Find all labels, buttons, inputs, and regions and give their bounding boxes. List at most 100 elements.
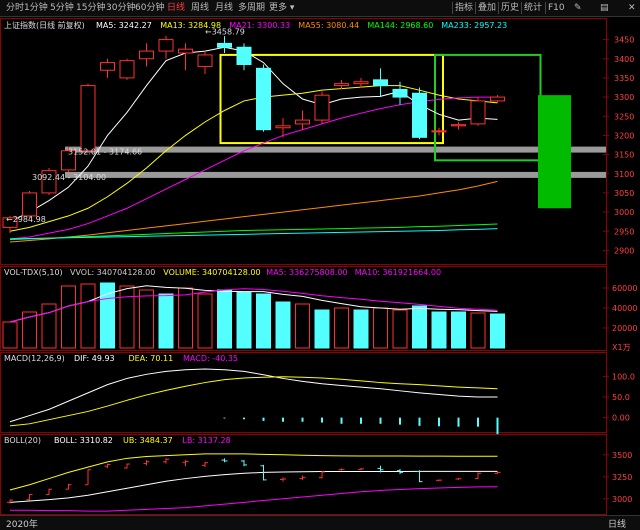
- volume-bar: [490, 313, 505, 349]
- volume-bar: [80, 283, 96, 349]
- volume-bar: [275, 301, 291, 349]
- main-y-tick: 3200: [614, 131, 634, 140]
- candle-body: [470, 100, 486, 125]
- main-y-tick: 3400: [614, 55, 634, 64]
- volume-legend-item: VVOL: 340704128.00: [70, 268, 155, 277]
- volume-bar: [412, 305, 427, 349]
- main-legend-item: MA5: 3242.27: [96, 21, 152, 30]
- boll-y-tick: 3500: [612, 451, 632, 460]
- volume-bar: [119, 285, 135, 349]
- candle-body: [451, 124, 466, 127]
- main-legend-item: MA13: 3284.98: [160, 21, 221, 30]
- volume-bar: [139, 289, 154, 349]
- main-chart-title: 上证指数(日线 前复权): [4, 20, 85, 30]
- volume-bar: [451, 311, 466, 349]
- macd-legend-item: MACD: -40.35: [183, 354, 238, 363]
- volume-legend-item: MA5: 336275808.00: [266, 268, 347, 277]
- volume-y-tick: 40000: [612, 304, 637, 313]
- candle-body: [158, 39, 174, 52]
- support-band: [65, 146, 606, 153]
- boll-chart-title: BOLL(20): [4, 436, 41, 445]
- volume-bar: [353, 309, 369, 349]
- panel-boll-border: [0, 434, 607, 515]
- candle-body: [392, 88, 408, 98]
- support-band: [65, 171, 606, 178]
- volume-bar: [217, 289, 232, 349]
- main-y-tick: 3450: [614, 36, 634, 45]
- candle-body: [490, 96, 505, 102]
- volume-bar: [236, 291, 252, 349]
- candle-body: [22, 192, 37, 217]
- main-y-tick: 3000: [614, 208, 634, 217]
- candle-body: [139, 50, 154, 60]
- bottom-status-bar: 2020年 日线: [0, 515, 640, 530]
- volume-bar: [470, 312, 486, 349]
- price-annotation: 3092.44 - 3104.00: [32, 173, 106, 182]
- macd-chart-title: MACD(12,26,9): [4, 354, 65, 363]
- candle-body: [334, 83, 349, 87]
- main-legend-item: MA21: 3300.33: [229, 21, 290, 30]
- candle-body: [373, 79, 388, 87]
- main-y-tick: 2950: [614, 227, 634, 236]
- main-y-tick: 3350: [614, 74, 634, 83]
- volume-y-tick: 60000: [612, 284, 637, 293]
- candle-body: [412, 92, 427, 138]
- candle-body: [119, 60, 135, 79]
- candle-body: [353, 81, 369, 85]
- volume-bar: [2, 321, 18, 349]
- main-y-tick: 3100: [614, 170, 634, 179]
- volume-bar: [178, 287, 193, 349]
- period-label: 日线: [608, 520, 627, 530]
- candle-body: [100, 62, 115, 71]
- candle-body: [256, 67, 271, 131]
- candle-body: [275, 125, 291, 129]
- price-annotation: ←2984.98: [6, 215, 46, 224]
- main-legend-item: MA233: 2957.23: [441, 21, 507, 30]
- boll-y-tick: 3250: [612, 473, 632, 482]
- volume-bar: [158, 293, 174, 349]
- volume-bar: [256, 293, 271, 349]
- price-annotation: 3152.01 - 3174.66: [68, 148, 142, 157]
- boll-line-lb: [10, 486, 498, 512]
- volume-chart-title: VOL-TDX(5,10): [4, 268, 63, 277]
- volume-bar: [197, 293, 213, 349]
- macd-y-tick: 50.0: [612, 393, 630, 402]
- main-legend-item: MA55: 3080.44: [298, 21, 359, 30]
- main-y-tick: 3250: [614, 112, 634, 121]
- main-y-tick: 3050: [614, 189, 634, 198]
- boll-legend-item: LB: 3137.28: [182, 436, 230, 445]
- volume-y-tick: X1万: [612, 343, 631, 352]
- boll-legend-item: BOLL: 3310.82: [54, 436, 113, 445]
- ma-line-ma55: [9, 180, 498, 243]
- macd-legend-item: DIF: 49.93: [74, 354, 115, 363]
- macd-line-dea: [9, 376, 498, 427]
- volume-bar: [61, 285, 76, 349]
- macd-legend-item: DEA: 70.11: [129, 354, 174, 363]
- volume-y-tick: 20000: [612, 324, 637, 333]
- boll-line-ub: [9, 453, 498, 491]
- macd-y-tick: 0.00: [612, 414, 630, 423]
- candle-body: [314, 94, 330, 121]
- projection-candle: [538, 95, 571, 209]
- volume-bar: [314, 309, 330, 349]
- year-label: 2020年: [6, 520, 38, 530]
- volume-bar: [431, 311, 447, 349]
- boll-y-tick: 3000: [612, 495, 632, 504]
- candle-body: [197, 54, 213, 67]
- highlight-box: [434, 53, 542, 162]
- main-y-tick: 3150: [614, 151, 634, 160]
- candle-body: [178, 48, 193, 54]
- volume-legend-item: VOLUME: 340704128.00: [163, 268, 260, 277]
- stock-chart-area: 3450 3400 3350 3300 3250 3200 3150 3100 3050 3000…: [0, 18, 637, 515]
- boll-legend-item: UB: 3484.37: [123, 436, 173, 445]
- volume-bar: [392, 309, 408, 349]
- candle-body: [236, 46, 252, 65]
- candle-body: [431, 130, 447, 133]
- main-legend-item: MA144: 2968.60: [367, 21, 433, 30]
- candle-body: [295, 119, 310, 125]
- candle-body: [80, 85, 96, 152]
- volume-bar: [373, 307, 388, 349]
- macd-y-tick: 100.0: [612, 372, 635, 381]
- boll-line-boll: [9, 470, 498, 503]
- candle-body: [217, 42, 232, 48]
